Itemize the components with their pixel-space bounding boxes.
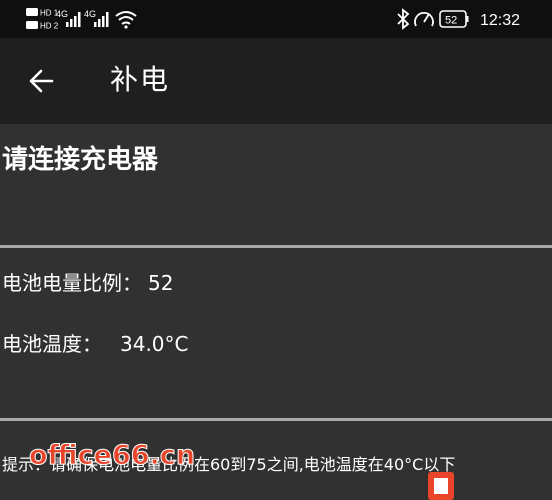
speed-gauge-icon (414, 12, 434, 27)
signal-icon-2 (94, 12, 109, 27)
status-bar-right: 52 12:32 (392, 0, 552, 38)
hd-icon: HD 1 HD 2 (26, 8, 59, 31)
sim2-label: HD 2 (40, 22, 59, 31)
battery-ratio-row: 电池电量比例： 52 (2, 268, 173, 298)
network1-label: 4G (56, 9, 68, 19)
back-button[interactable] (22, 59, 66, 103)
divider-top (0, 245, 552, 248)
wifi-icon (115, 11, 137, 29)
page-title: 补电 (110, 63, 171, 96)
bluetooth-icon (397, 8, 410, 30)
battery-temp-label: 电池温度： (2, 332, 102, 356)
connect-charger-prompt: 请连接充电器 (2, 145, 159, 175)
status-bar: HD 1 HD 2 4G 4G 52 12:32 (0, 0, 552, 38)
app-bar: 补电 (0, 38, 552, 124)
network2-label: 4G (84, 9, 96, 19)
battery-icon: 52 (439, 10, 469, 28)
battery-temp-row: 电池温度： 34.0°C (2, 329, 189, 359)
watermark-text: office66.cn (28, 440, 196, 472)
battery-ratio-value: 52 (148, 271, 174, 295)
status-bar-left: HD 1 HD 2 4G 4G (0, 0, 140, 38)
status-icons-right: 52 12:32 (397, 8, 520, 30)
office-logo-icon (428, 472, 454, 500)
arrow-left-icon (29, 69, 54, 93)
status-icons-left: HD 1 HD 2 4G 4G (26, 8, 137, 31)
signal-icon (66, 12, 81, 27)
battery-temp-value: 34.0°C (120, 332, 189, 356)
battery-level: 52 (445, 15, 457, 27)
battery-ratio-label: 电池电量比例： (2, 271, 142, 295)
status-time: 12:32 (480, 12, 520, 29)
